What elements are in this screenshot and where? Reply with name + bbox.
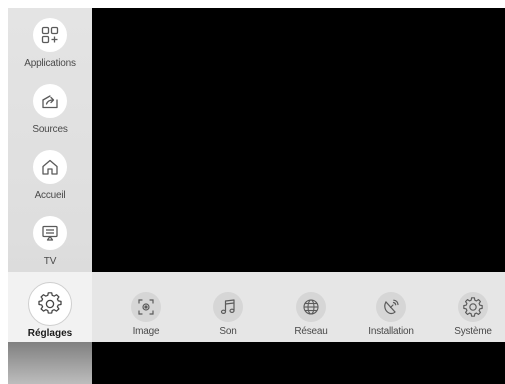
picture-icon — [131, 292, 161, 322]
home-icon — [33, 150, 67, 184]
sidebar-item-tv[interactable]: TV — [8, 206, 92, 270]
sources-icon — [33, 84, 67, 118]
system-gear-icon — [458, 292, 488, 322]
sidebar-item-sources[interactable]: Sources — [8, 74, 92, 138]
sidebar-item-label: Accueil — [34, 190, 66, 201]
satellite-dish-icon — [376, 292, 406, 322]
settings-item-reseau[interactable]: Réseau — [276, 272, 346, 342]
settings-item-image[interactable]: Image — [111, 272, 181, 342]
globe-icon — [296, 292, 326, 322]
sidebar-item-reglages[interactable]: Réglages — [8, 272, 92, 342]
apps-icon — [33, 18, 67, 52]
music-note-icon — [213, 292, 243, 322]
active-item-label: Réglages — [27, 328, 73, 339]
tv-menu-frame: Applications Sources Accueil TV Réglages… — [0, 0, 505, 384]
settings-item-son[interactable]: Son — [193, 272, 263, 342]
settings-item-label: Réseau — [294, 326, 328, 337]
sidebar-item-label: Applications — [24, 58, 76, 69]
sidebar-item-label: TV — [43, 256, 57, 267]
settings-item-systeme[interactable]: Système — [438, 272, 505, 342]
settings-item-label: Installation — [368, 326, 414, 337]
tv-icon — [33, 216, 67, 250]
gear-icon — [28, 282, 72, 326]
settings-item-label: Son — [219, 326, 237, 337]
settings-item-label: Image — [132, 326, 160, 337]
settings-item-label: Système — [454, 326, 492, 337]
sidebar-item-label: Sources — [32, 124, 68, 135]
sidebar-item-accueil[interactable]: Accueil — [8, 140, 92, 204]
settings-submenu-bar: Réglages Image Son Réseau Installation S… — [8, 272, 505, 342]
sidebar-item-applications[interactable]: Applications — [8, 8, 92, 72]
sidebar-bottom-strip — [8, 340, 92, 384]
settings-item-installation[interactable]: Installation — [356, 272, 426, 342]
